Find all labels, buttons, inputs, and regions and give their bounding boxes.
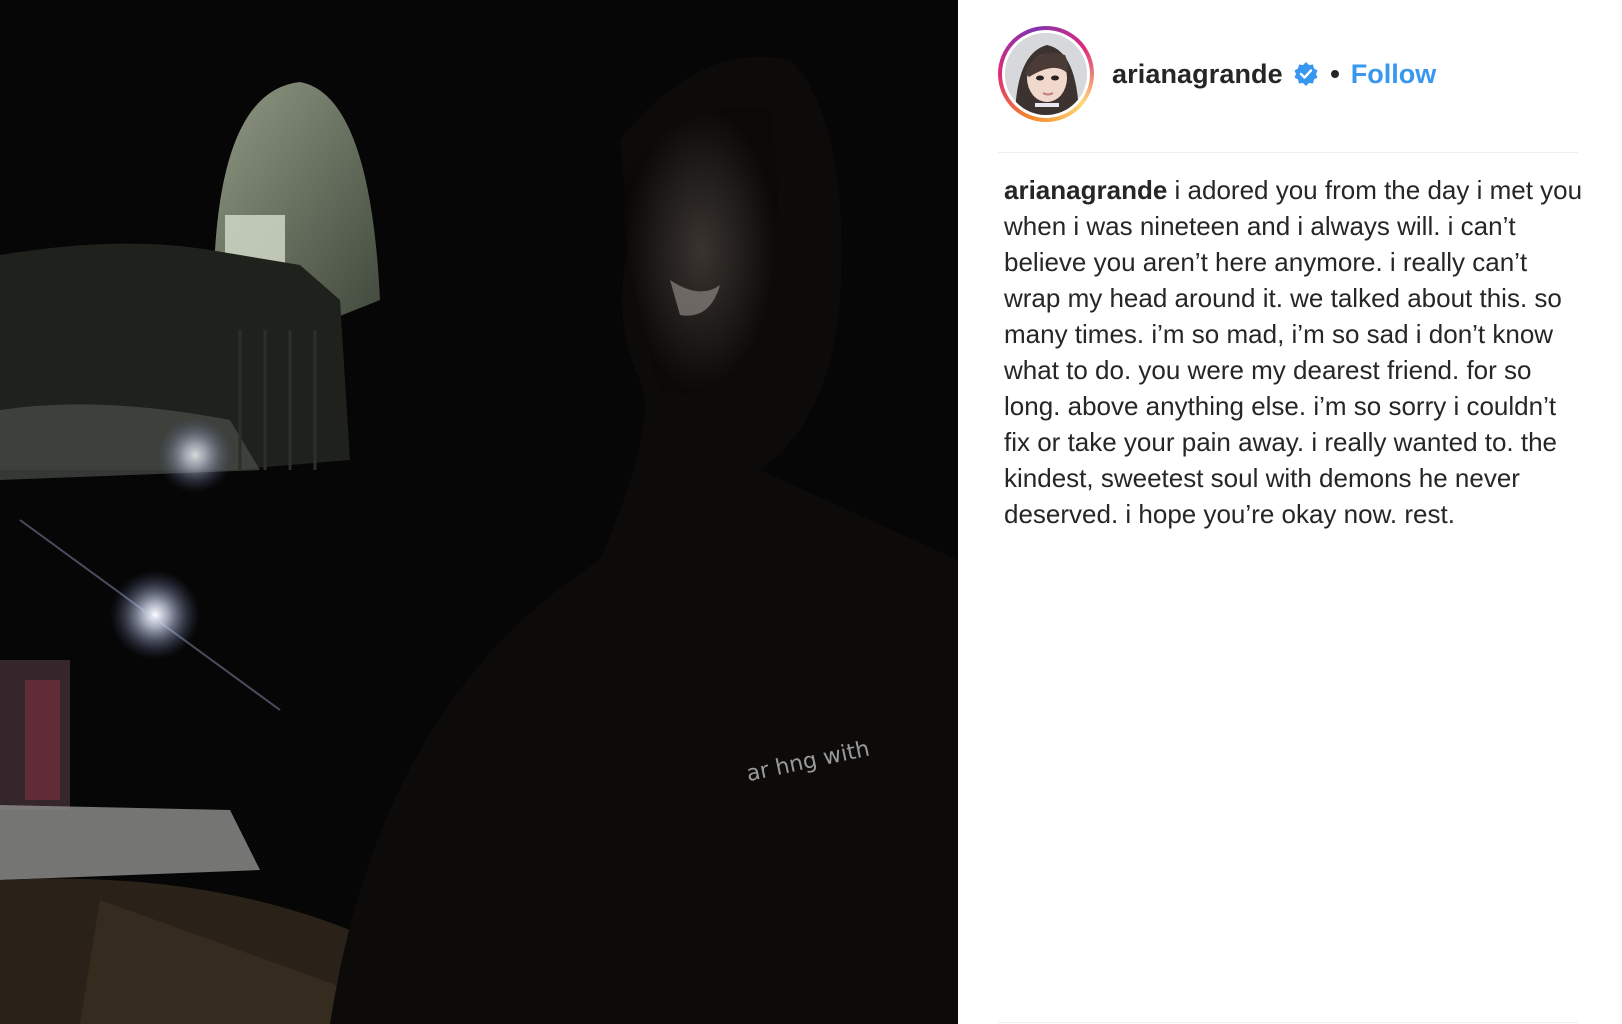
avatar-story-ring[interactable] (998, 26, 1094, 122)
avatar-image (1005, 33, 1087, 115)
post-caption: arianagrande i adored you from the day i… (1004, 172, 1584, 532)
instagram-post: ar hng with arianagrande Follow arianagr… (0, 0, 1622, 1024)
profile-avatar[interactable] (1005, 33, 1087, 115)
verified-badge-icon (1293, 61, 1319, 87)
caption-text: i adored you from the day i met you when… (1004, 175, 1583, 529)
post-sidebar: arianagrande Follow arianagrande i adore… (958, 0, 1622, 1024)
night-photo: ar hng with (0, 0, 958, 1024)
post-media[interactable]: ar hng with (0, 0, 958, 1024)
footer-divider (998, 1022, 1578, 1023)
caption-username-link[interactable]: arianagrande (1004, 175, 1167, 205)
separator-dot (1330, 70, 1339, 78)
username-link[interactable]: arianagrande (1112, 59, 1283, 90)
post-header: arianagrande Follow (998, 26, 1578, 122)
header-divider (998, 152, 1578, 153)
follow-button[interactable]: Follow (1351, 59, 1436, 90)
